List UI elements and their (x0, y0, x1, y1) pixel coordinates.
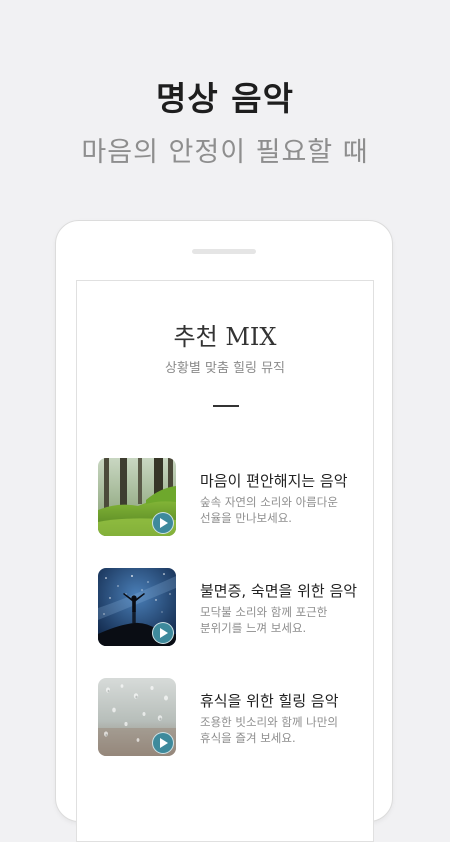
item-description: 모닥불 소리와 함께 포근한 분위기를 느껴 보세요. (200, 604, 370, 636)
phone-speaker (192, 249, 256, 254)
list-item[interactable]: 마음이 편안해지는 음악 숲속 자연의 소리와 아름다운 선율을 만나보세요. (98, 458, 358, 536)
divider (213, 405, 239, 407)
play-icon[interactable] (152, 732, 174, 754)
forest-thumbnail[interactable] (98, 458, 176, 536)
list-item[interactable]: 불면증, 숙면을 위한 음악 모닥불 소리와 함께 포근한 분위기를 느껴 보세… (98, 568, 358, 646)
phone-screen: 추천 MIX 상황별 맞춤 힐링 뮤직 마음이 편안해지는 음악 숲속 자연의 … (76, 280, 374, 842)
recommend-mix-title: 추천 MIX (173, 323, 277, 351)
item-description: 조용한 빗소리와 함께 나만의 휴식을 즐겨 보세요. (200, 714, 370, 746)
night-sky-thumbnail[interactable] (98, 568, 176, 646)
item-title[interactable]: 불면증, 숙면을 위한 음악 (200, 580, 357, 601)
rain-window-thumbnail[interactable] (98, 678, 176, 756)
item-description: 숲속 자연의 소리와 아름다운 선율을 만나보세요. (200, 494, 370, 526)
list-item[interactable]: 휴식을 위한 힐링 음악 조용한 빗소리와 함께 나만의 휴식을 즐겨 보세요. (98, 678, 358, 756)
page-title: 명상 음악 (156, 79, 294, 118)
play-icon[interactable] (152, 512, 174, 534)
item-title[interactable]: 마음이 편안해지는 음악 (200, 470, 348, 491)
play-icon[interactable] (152, 622, 174, 644)
phone-frame: 추천 MIX 상황별 맞춤 힐링 뮤직 마음이 편안해지는 음악 숲속 자연의 … (55, 220, 393, 842)
item-description-line: 선율을 만나보세요. (200, 511, 292, 525)
recommend-mix-subtitle: 상황별 맞춤 힐링 뮤직 (164, 361, 286, 376)
item-description-line: 휴식을 즐겨 보세요. (200, 731, 296, 745)
item-title[interactable]: 휴식을 위한 힐링 음악 (200, 690, 339, 711)
item-description-line: 분위기를 느껴 보세요. (200, 621, 307, 635)
item-description-line: 숲속 자연의 소리와 아름다운 (200, 495, 338, 509)
item-description-line: 모닥불 소리와 함께 포근한 (200, 605, 328, 619)
item-description-line: 조용한 빗소리와 함께 나만의 (200, 715, 338, 729)
page-subtitle: 마음의 안정이 필요할 때 (81, 137, 369, 168)
